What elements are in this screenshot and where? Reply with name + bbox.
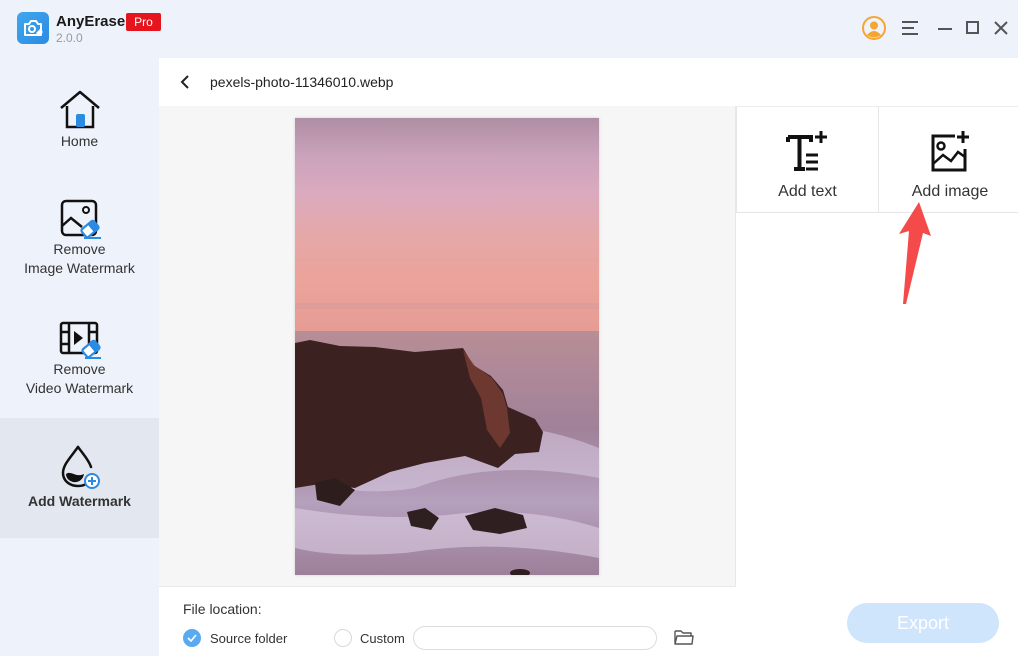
close-icon xyxy=(994,21,1008,35)
file-name: pexels-photo-11346010.webp xyxy=(210,74,394,90)
sidebar-item-remove-video-watermark[interactable]: Remove Video Watermark xyxy=(0,320,159,420)
text-plus-icon xyxy=(785,131,827,171)
minimize-button[interactable] xyxy=(931,14,959,42)
menu-button[interactable] xyxy=(896,14,924,42)
close-button[interactable] xyxy=(987,14,1015,42)
add-text-label: Add text xyxy=(778,183,837,200)
sidebar-item-add-watermark[interactable]: Add Watermark xyxy=(0,418,159,538)
maximize-button[interactable] xyxy=(959,14,987,42)
add-text-button[interactable]: Add text xyxy=(736,107,879,213)
header-bar: pexels-photo-11346010.webp xyxy=(159,58,1018,106)
account-button[interactable] xyxy=(860,14,888,42)
maximize-icon xyxy=(966,21,979,34)
minimize-icon xyxy=(938,28,952,30)
menu-icon xyxy=(902,21,918,35)
image-eraser-icon xyxy=(60,199,101,239)
home-icon xyxy=(59,90,100,129)
folder-icon xyxy=(674,629,694,645)
export-button[interactable]: Export xyxy=(847,603,999,643)
source-folder-label[interactable]: Source folder xyxy=(210,631,287,646)
title-bar: AnyErase Pro 2.0.0 xyxy=(0,0,1018,58)
sidebar-item-remove-image-watermark[interactable]: Remove Image Watermark xyxy=(0,198,159,298)
bottom-bar: File location: Source folder Custom Expo… xyxy=(159,587,1018,656)
browse-folder-button[interactable] xyxy=(673,627,695,647)
file-location-label: File location: xyxy=(183,601,262,617)
sidebar-item-home[interactable]: Home xyxy=(0,88,159,188)
sidebar-label-image-watermark: Image Watermark xyxy=(24,260,135,276)
droplet-plus-icon xyxy=(61,445,100,489)
preview-area xyxy=(159,106,736,587)
custom-label[interactable]: Custom xyxy=(360,631,405,646)
pro-badge: Pro xyxy=(126,13,161,31)
source-folder-radio[interactable] xyxy=(183,629,201,647)
tools-panel: Add text Add image xyxy=(736,106,1018,587)
add-image-label: Add image xyxy=(911,183,989,200)
image-plus-icon xyxy=(931,131,969,172)
annotation-arrow xyxy=(899,202,931,304)
sidebar-label-home: Home xyxy=(60,133,99,149)
custom-path-input[interactable] xyxy=(413,626,657,650)
app-name: AnyErase xyxy=(56,13,126,30)
app-version: 2.0.0 xyxy=(56,31,83,45)
account-icon xyxy=(862,16,886,40)
back-button[interactable] xyxy=(175,71,195,93)
sidebar-label-remove: Remove xyxy=(53,241,106,257)
photo-preview[interactable] xyxy=(295,118,599,575)
check-icon xyxy=(187,634,197,642)
sidebar-label-add-watermark: Add Watermark xyxy=(28,493,131,509)
add-image-button[interactable]: Add image xyxy=(879,107,1018,213)
sidebar-label-remove: Remove xyxy=(53,361,106,377)
video-eraser-icon xyxy=(59,321,101,359)
chevron-left-icon xyxy=(180,75,189,89)
custom-radio[interactable] xyxy=(334,629,352,647)
sidebar: Home Remove Image Watermark Remove Video… xyxy=(0,58,159,656)
sidebar-label-video-watermark: Video Watermark xyxy=(25,380,134,396)
main-panel: pexels-photo-11346010.webp Add text Add … xyxy=(159,58,1018,656)
app-logo-icon xyxy=(17,12,49,44)
